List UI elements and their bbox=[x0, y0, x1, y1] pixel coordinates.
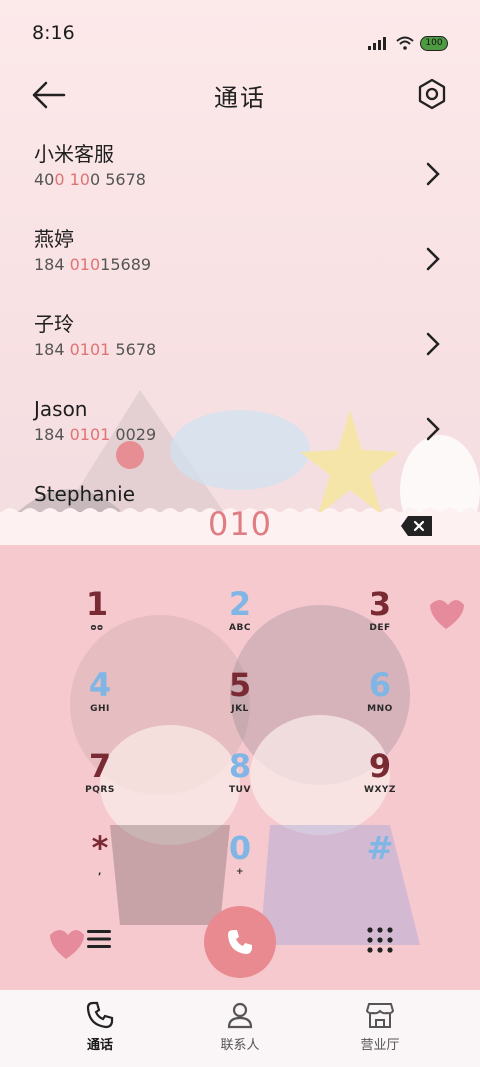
person-icon bbox=[227, 1002, 253, 1029]
number-part: 15689 bbox=[100, 255, 152, 274]
tab-contacts[interactable]: 联系人 bbox=[195, 1000, 285, 1067]
store-icon bbox=[365, 1003, 395, 1028]
contact-name: 子玲 bbox=[34, 312, 74, 336]
page-title: 通话 bbox=[214, 83, 266, 112]
dialpad-grid-icon[interactable] bbox=[366, 926, 394, 954]
contact-number: 400 100 5678 bbox=[34, 170, 480, 189]
tab-calls[interactable]: 通话 bbox=[55, 1000, 145, 1067]
signal-icon bbox=[368, 37, 386, 50]
chevron-right-icon[interactable] bbox=[424, 330, 442, 358]
key-letters: DEF bbox=[369, 623, 391, 633]
number-part: 184 bbox=[34, 425, 70, 444]
tab-label: 营业厅 bbox=[360, 1038, 400, 1053]
key-digit: 1 bbox=[85, 585, 109, 623]
key-letters: PQRS bbox=[85, 785, 115, 795]
list-item[interactable]: 燕婷 184 01015689 bbox=[0, 227, 480, 312]
key-5[interactable]: 5 JKL bbox=[180, 669, 300, 739]
key-hash[interactable]: # bbox=[320, 832, 440, 902]
bottom-navigation: 通话 联系人 营业厅 bbox=[0, 990, 480, 1067]
header: 通话 bbox=[0, 70, 480, 120]
number-match: 0101 bbox=[69, 425, 111, 444]
status-icons: 100 bbox=[368, 22, 448, 64]
voicemail-icon: ᴑᴑ bbox=[90, 623, 104, 633]
key-digit: 5 bbox=[228, 666, 252, 704]
tab-store[interactable]: 营业厅 bbox=[335, 1000, 425, 1067]
key-digit: 8 bbox=[228, 747, 252, 785]
list-item[interactable]: 小米客服 400 100 5678 bbox=[0, 142, 480, 227]
number-part: 184 bbox=[34, 340, 70, 359]
number-match: 0101 bbox=[69, 340, 111, 359]
key-0[interactable]: 0 + bbox=[180, 832, 300, 902]
number-part: 5678 bbox=[110, 340, 157, 359]
key-letters: WXYZ bbox=[364, 785, 396, 795]
key-letters: , bbox=[98, 867, 102, 877]
key-digit: 7 bbox=[88, 747, 112, 785]
key-9[interactable]: 9 WXYZ bbox=[320, 750, 440, 820]
key-1[interactable]: 1 ᴑᴑ bbox=[37, 588, 157, 658]
list-item[interactable]: 子玲 184 0101 5678 bbox=[0, 312, 480, 397]
key-3[interactable]: 3 DEF bbox=[320, 588, 440, 658]
battery-icon: 100 bbox=[420, 35, 448, 51]
key-digit: 2 bbox=[228, 585, 252, 623]
number-match: 010 bbox=[69, 255, 101, 274]
key-digit: 6 bbox=[368, 666, 392, 704]
list-item[interactable]: Jason 184 0101 0029 bbox=[0, 397, 480, 482]
contact-number: 184 0101 5678 bbox=[34, 340, 480, 359]
key-digit: # bbox=[366, 829, 394, 867]
key-letters: JKL bbox=[231, 704, 249, 714]
number-part: 0 5678 bbox=[89, 170, 146, 189]
key-6[interactable]: 6 MNO bbox=[320, 669, 440, 739]
status-bar: 8:16 100 bbox=[0, 0, 480, 64]
key-digit: 4 bbox=[88, 666, 112, 704]
contact-name: 燕婷 bbox=[34, 227, 74, 251]
back-arrow-icon[interactable] bbox=[30, 78, 68, 112]
key-7[interactable]: 7 PQRS bbox=[40, 750, 160, 820]
key-letters: GHI bbox=[90, 704, 110, 714]
key-2[interactable]: 2 ABC bbox=[180, 588, 300, 658]
tab-label: 联系人 bbox=[220, 1038, 260, 1053]
contact-name: 小米客服 bbox=[34, 142, 114, 166]
key-letters: + bbox=[235, 867, 245, 877]
key-star[interactable]: * , bbox=[40, 832, 160, 902]
number-part: 184 bbox=[34, 255, 70, 274]
key-digit: 3 bbox=[368, 585, 392, 623]
contact-number: 184 01015689 bbox=[34, 255, 480, 274]
key-digit: 9 bbox=[368, 747, 392, 785]
battery-level: 100 bbox=[425, 38, 443, 48]
contact-number: 184 0101 0029 bbox=[34, 425, 480, 444]
phone-icon bbox=[86, 1001, 114, 1029]
wifi-icon bbox=[396, 36, 414, 50]
backspace-icon[interactable] bbox=[400, 515, 434, 537]
settings-hexagon-icon[interactable] bbox=[414, 76, 450, 112]
key-letters: TUV bbox=[229, 785, 251, 795]
menu-icon[interactable] bbox=[86, 926, 112, 952]
chevron-right-icon[interactable] bbox=[424, 245, 442, 273]
chevron-right-icon[interactable] bbox=[424, 415, 442, 443]
contact-name: Jason bbox=[34, 397, 88, 421]
chevron-right-icon[interactable] bbox=[424, 160, 442, 188]
phone-icon bbox=[228, 930, 252, 954]
key-digit: 0 bbox=[228, 829, 252, 867]
key-4[interactable]: 4 GHI bbox=[40, 669, 160, 739]
key-letters: MNO bbox=[367, 704, 393, 714]
key-letters: ABC bbox=[229, 623, 251, 633]
number-match: 0 10 bbox=[54, 170, 90, 189]
key-8[interactable]: 8 TUV bbox=[180, 750, 300, 820]
call-button[interactable] bbox=[204, 906, 276, 978]
tab-label: 通话 bbox=[86, 1038, 113, 1053]
number-part: 40 bbox=[34, 170, 55, 189]
status-time: 8:16 bbox=[32, 22, 75, 44]
number-part: 0029 bbox=[110, 425, 157, 444]
key-digit: * bbox=[91, 829, 109, 867]
